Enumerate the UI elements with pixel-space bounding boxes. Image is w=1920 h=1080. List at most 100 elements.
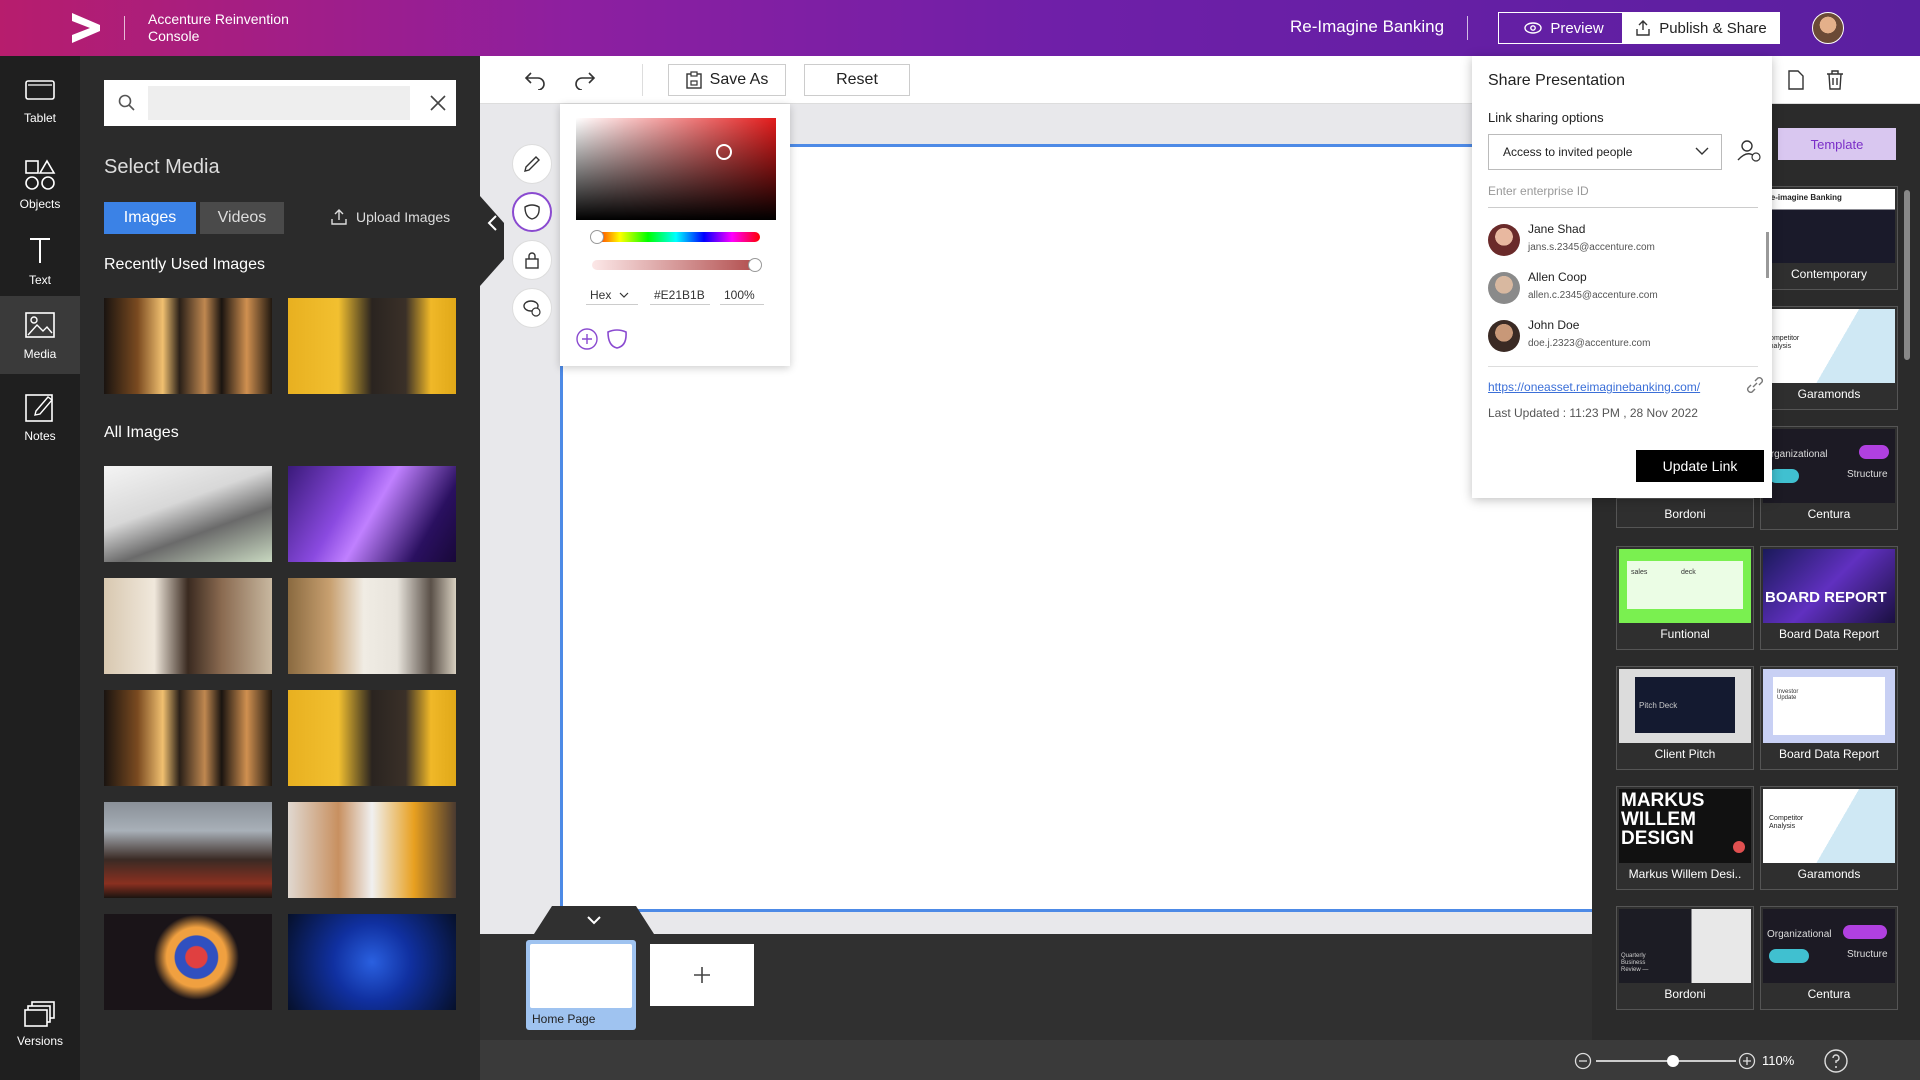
- shared-user-row[interactable]: Jane Shad jans.s.2345@accenture.com: [1488, 220, 1748, 260]
- pencil-tool-button[interactable]: [512, 144, 552, 184]
- zoom-level[interactable]: 110%: [1762, 1053, 1794, 1068]
- template-card[interactable]: Competitor Analysis Garamonds: [1760, 306, 1898, 410]
- tab-images[interactable]: Images: [104, 202, 196, 234]
- rail-item-media[interactable]: Media: [0, 296, 80, 374]
- lock-tool-button[interactable]: [512, 240, 552, 280]
- image-thumbnail[interactable]: [104, 802, 272, 898]
- versions-label: Versions: [16, 1034, 64, 1048]
- shared-user-row[interactable]: John Doe doe.j.2323@accenture.com: [1488, 316, 1748, 356]
- template-thumbnail: sales deck: [1619, 549, 1751, 623]
- rail-item-tablet[interactable]: Tablet: [0, 60, 80, 138]
- image-thumbnail[interactable]: [288, 802, 456, 898]
- template-scrollbar[interactable]: [1904, 190, 1910, 360]
- add-user-icon[interactable]: [1736, 138, 1762, 164]
- page-icon[interactable]: [1788, 70, 1804, 90]
- template-card[interactable]: MARKUS WILLEM DESIGN Markus Willem Desi.…: [1616, 786, 1754, 890]
- template-card[interactable]: Quarterly Business Review — Bordoni: [1616, 906, 1754, 1010]
- image-thumbnail[interactable]: [288, 914, 456, 1010]
- template-card[interactable]: Investor Update Board Data Report: [1760, 666, 1898, 770]
- page-thumbnail[interactable]: Home Page: [526, 940, 636, 1030]
- thumb-text: Investor Update: [1777, 689, 1799, 701]
- publish-share-button[interactable]: Publish & Share: [1622, 12, 1780, 44]
- image-thumbnail[interactable]: [288, 578, 456, 674]
- panel-title: Select Media: [104, 156, 220, 178]
- preview-button[interactable]: Preview: [1498, 12, 1630, 44]
- template-thumbnail: MARKUS WILLEM DESIGN: [1619, 789, 1751, 863]
- document-title[interactable]: Re-Imagine Banking: [1290, 17, 1444, 37]
- user-list-scrollbar[interactable]: [1766, 232, 1769, 278]
- add-page-button[interactable]: [650, 944, 754, 1006]
- image-thumbnail[interactable]: [288, 466, 456, 562]
- image-thumbnail[interactable]: [104, 690, 272, 786]
- image-thumbnail[interactable]: [104, 578, 272, 674]
- chevron-left-icon[interactable]: [486, 214, 498, 232]
- shape-swatch-icon[interactable]: [606, 328, 628, 350]
- template-card[interactable]: Organizational Structure Centura: [1760, 906, 1898, 1010]
- shape-tool-button[interactable]: [512, 192, 552, 232]
- template-card[interactable]: sales deck Funtional: [1616, 546, 1754, 650]
- tab-template[interactable]: Template: [1778, 128, 1896, 160]
- all-images-title: All Images: [104, 424, 179, 441]
- help-icon[interactable]: [1824, 1049, 1848, 1073]
- access-dropdown[interactable]: Access to invited people: [1488, 134, 1722, 170]
- color-mode-select[interactable]: Hex: [590, 288, 629, 302]
- rail-item-objects[interactable]: Objects: [0, 146, 80, 224]
- template-card[interactable]: Re-imagine Banking Contemporary: [1760, 186, 1898, 290]
- template-label: Funtional: [1660, 627, 1710, 641]
- save-as-button[interactable]: Save As: [668, 64, 786, 96]
- comment-tool-button[interactable]: [512, 288, 552, 328]
- template-card[interactable]: Pitch Deck Client Pitch: [1616, 666, 1754, 770]
- rail-item-notes[interactable]: Notes: [0, 378, 80, 456]
- template-card[interactable]: Competitor Analysis Garamonds: [1760, 786, 1898, 890]
- template-label: Board Data Report: [1778, 747, 1880, 761]
- zoom-slider-knob[interactable]: [1667, 1055, 1679, 1067]
- copy-link-icon[interactable]: [1746, 376, 1764, 394]
- search-input[interactable]: [148, 86, 410, 120]
- template-thumbnail: Quarterly Business Review —: [1619, 909, 1751, 983]
- template-label: Client Pitch: [1654, 747, 1716, 761]
- template-card[interactable]: Bordoni: [1616, 498, 1754, 528]
- close-icon[interactable]: [428, 93, 448, 113]
- opacity-slider-knob[interactable]: [748, 258, 762, 272]
- reset-button[interactable]: Reset: [804, 64, 910, 96]
- image-thumbnail[interactable]: [104, 914, 272, 1010]
- share-link[interactable]: https://oneasset.reimaginebanking.com/: [1488, 380, 1700, 394]
- filmstrip-toggle[interactable]: [534, 906, 654, 934]
- rail-item-text[interactable]: Text: [0, 222, 80, 300]
- shape-leaf-icon: [524, 204, 540, 220]
- template-label: Centura: [1807, 507, 1851, 521]
- update-link-button[interactable]: Update Link: [1636, 450, 1764, 482]
- hex-value[interactable]: #E21B1B: [654, 288, 705, 302]
- rail-item-versions[interactable]: Versions: [0, 1000, 80, 1070]
- tab-videos[interactable]: Videos: [200, 202, 284, 234]
- zoom-out-icon[interactable]: [1574, 1052, 1592, 1070]
- shared-user-row[interactable]: Allen Coop allen.c.2345@accenture.com: [1488, 268, 1748, 308]
- template-card[interactable]: BOARD REPORT Board Data Report: [1760, 546, 1898, 650]
- toolbar-divider: [642, 64, 643, 96]
- undo-icon[interactable]: [524, 70, 546, 90]
- hue-slider[interactable]: [592, 232, 760, 242]
- hue-slider-knob[interactable]: [590, 230, 604, 244]
- image-thumbnail[interactable]: [288, 690, 456, 786]
- image-thumbnail[interactable]: [288, 298, 456, 394]
- saturation-value-area[interactable]: [576, 118, 776, 220]
- zoom-slider[interactable]: [1596, 1060, 1736, 1062]
- trash-icon[interactable]: [1826, 70, 1844, 90]
- share-upload-icon: [1636, 20, 1650, 36]
- color-handle[interactable]: [716, 144, 732, 160]
- opacity-slider[interactable]: [592, 260, 760, 270]
- share-presentation-popover: Share Presentation Link sharing options …: [1472, 56, 1772, 498]
- zoom-in-icon[interactable]: [1738, 1052, 1756, 1070]
- add-color-icon[interactable]: [576, 328, 598, 350]
- chevron-down-icon: [619, 292, 629, 298]
- enterprise-id-input[interactable]: Enter enterprise ID: [1488, 184, 1758, 208]
- user-avatar[interactable]: [1812, 12, 1844, 44]
- redo-icon[interactable]: [574, 70, 596, 90]
- template-card[interactable]: Organizational Structure Centura: [1760, 426, 1898, 530]
- upload-images-button[interactable]: Upload Images: [330, 208, 450, 226]
- image-thumbnail[interactable]: [104, 466, 272, 562]
- user-email: jans.s.2345@accenture.com: [1528, 242, 1655, 253]
- opacity-value[interactable]: 100%: [724, 288, 755, 302]
- accenture-logo-icon[interactable]: [70, 13, 102, 43]
- image-thumbnail[interactable]: [104, 298, 272, 394]
